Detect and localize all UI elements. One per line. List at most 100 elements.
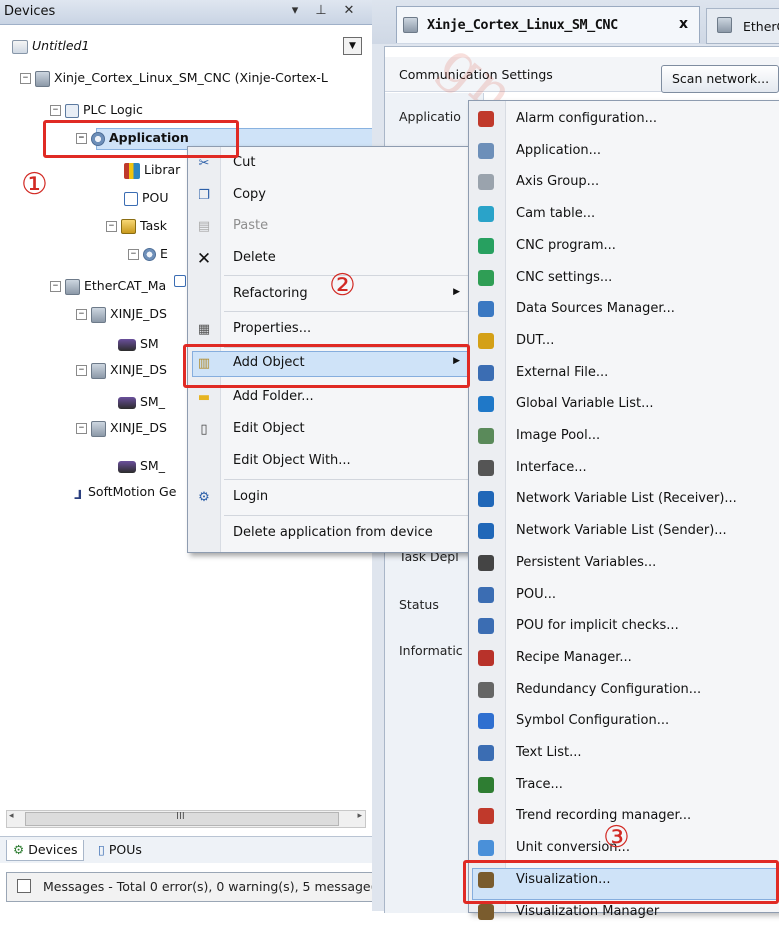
submenu-item-application[interactable]: Application... <box>469 135 779 167</box>
collapse-icon[interactable]: − <box>128 249 139 260</box>
tree-item-slave-1[interactable]: − XINJE_DS <box>76 304 167 324</box>
scroll-left-icon[interactable]: ◂ <box>9 811 14 821</box>
submenu-item-cnc-settings[interactable]: CNC settings... <box>469 262 779 294</box>
tree-label: SM_ <box>140 458 165 473</box>
menu-label: Recipe Manager... <box>516 649 632 665</box>
device-icon <box>35 70 50 87</box>
tree-label: POU <box>142 190 169 205</box>
collapse-icon[interactable]: − <box>76 423 87 434</box>
paste-icon: ▤ <box>197 219 211 234</box>
collapse-icon[interactable]: − <box>76 365 87 376</box>
side-nav-item-status[interactable]: Status <box>399 597 439 612</box>
device-icon <box>91 420 106 437</box>
submenu-item-recipe-manager[interactable]: Recipe Manager... <box>469 642 779 674</box>
tree-item-slave-2[interactable]: − XINJE_DS <box>76 360 167 380</box>
submenu-item-nvl-receiver[interactable]: Network Variable List (Receiver)... <box>469 483 779 515</box>
pin-dropdown-icon[interactable]: ▾ <box>287 3 303 18</box>
step3-marker: ③ <box>603 820 630 855</box>
menu-label: Delete <box>233 250 276 265</box>
axis-icon <box>118 460 136 473</box>
submenu-item-interface[interactable]: Interface... <box>469 452 779 484</box>
tree-item-task[interactable]: − E <box>128 244 168 264</box>
menu-label: Add Folder... <box>233 389 314 404</box>
collapse-icon[interactable]: − <box>20 73 31 84</box>
tab-ethercat[interactable]: EtherC <box>706 8 779 44</box>
menu-item-add-folder[interactable]: ▬ Add Folder... <box>188 385 472 411</box>
devices-panel-title: Devices <box>4 4 56 19</box>
submenu-item-cnc-program[interactable]: CNC program... <box>469 230 779 262</box>
scan-network-button[interactable]: Scan network... <box>661 65 779 93</box>
scrollbar-thumb[interactable]: III <box>25 811 339 826</box>
collapse-icon[interactable]: − <box>50 105 61 116</box>
trend-recording-icon <box>478 808 494 825</box>
tree-item-untitled[interactable]: Untitled1 <box>12 36 89 56</box>
pou-implicit-checks-icon <box>478 618 494 635</box>
panel-tabs: ⚙ Devices ▯ POUs <box>0 836 372 863</box>
collapse-icon[interactable]: − <box>76 309 87 320</box>
submenu-item-data-sources[interactable]: Data Sources Manager... <box>469 293 779 325</box>
tree-item-plc-logic[interactable]: − PLC Logic <box>50 100 143 120</box>
menu-label: Data Sources Manager... <box>516 301 675 317</box>
tree-item-pou[interactable]: POU <box>124 188 169 208</box>
tree-item-axis-2[interactable]: SM_ <box>118 392 165 412</box>
submenu-item-trace[interactable]: Trace... <box>469 769 779 801</box>
menu-item-properties[interactable]: ▦ Properties... <box>188 317 472 343</box>
chevron-down-icon[interactable]: ▼ <box>343 37 362 55</box>
editor-tabstrip: Xinje_Cortex_Linux_SM_CNC x EtherC <box>372 0 779 44</box>
submenu-item-cam-table[interactable]: Cam table... <box>469 198 779 230</box>
collapse-icon[interactable]: − <box>50 281 61 292</box>
library-icon <box>124 162 140 179</box>
submenu-item-global-variable-list[interactable]: Global Variable List... <box>469 388 779 420</box>
tree-item-axis-3[interactable]: SM_ <box>118 456 165 476</box>
tree-item-ethercat-master[interactable]: − EtherCAT_Ma <box>50 276 166 296</box>
submenu-item-persistent-variables[interactable]: Persistent Variables... <box>469 547 779 579</box>
submenu-item-redundancy[interactable]: Redundancy Configuration... <box>469 674 779 706</box>
close-icon[interactable]: ✕ <box>341 3 357 18</box>
tree-item-axis-1[interactable]: SM <box>118 334 159 354</box>
horizontal-scrollbar[interactable]: ◂ III ▸ <box>6 810 366 828</box>
submenu-item-external-file[interactable]: External File... <box>469 357 779 389</box>
tree-item-library[interactable]: Librar <box>124 160 180 180</box>
submenu-item-nvl-sender[interactable]: Network Variable List (Sender)... <box>469 515 779 547</box>
task-icon <box>143 248 156 261</box>
menu-item-delete-application[interactable]: Delete application from device <box>188 521 472 547</box>
tree-label: SM_ <box>140 394 165 409</box>
menu-label: Symbol Configuration... <box>516 713 670 729</box>
menu-label: Axis Group... <box>516 174 600 190</box>
side-nav-item-applications[interactable]: Applicatio <box>399 109 461 124</box>
scroll-right-icon[interactable]: ▸ <box>357 811 362 821</box>
symbol-config-icon <box>478 713 494 730</box>
menu-label: Edit Object <box>233 421 305 436</box>
tree-item-slave-3[interactable]: − XINJE_DS <box>76 418 167 438</box>
tree-item-device[interactable]: − Xinje_Cortex_Linux_SM_CNC (Xinje-Cortex… <box>20 68 328 88</box>
close-icon[interactable]: x <box>679 16 688 32</box>
scrollbar-grip: III <box>176 811 185 822</box>
tab-pous[interactable]: ▯ POUs <box>92 840 148 860</box>
submenu-item-pou[interactable]: POU... <box>469 579 779 611</box>
submenu-item-pou-implicit-checks[interactable]: POU for implicit checks... <box>469 610 779 642</box>
menu-item-login[interactable]: ⚙ Login <box>188 485 472 511</box>
submenu-item-axis-group[interactable]: Axis Group... <box>469 166 779 198</box>
menu-item-paste[interactable]: ▤ Paste <box>188 214 472 240</box>
tree-label: Librar <box>144 162 181 177</box>
collapse-icon[interactable]: − <box>106 221 117 232</box>
menu-item-edit-object-with[interactable]: Edit Object With... <box>188 449 472 475</box>
submenu-item-symbol-config[interactable]: Symbol Configuration... <box>469 705 779 737</box>
tree-item-task-config[interactable]: − Task <box>106 216 167 236</box>
softmotion-icon: ⅃ <box>74 486 82 502</box>
menu-item-edit-object[interactable]: ▯ Edit Object <box>188 417 472 443</box>
submenu-item-image-pool[interactable]: Image Pool... <box>469 420 779 452</box>
menu-label: Application... <box>516 142 602 158</box>
submenu-item-alarm-config[interactable]: Alarm configuration... <box>469 103 779 135</box>
properties-icon: ▦ <box>197 322 211 337</box>
tree-item-softmotion[interactable]: ⅃ SoftMotion Ge <box>72 482 176 502</box>
menu-label: Visualization Manager <box>516 903 660 919</box>
side-nav-item-information[interactable]: Informatic <box>399 643 463 658</box>
submenu-item-text-list[interactable]: Text List... <box>469 737 779 769</box>
delete-icon: ✕ <box>196 249 212 269</box>
submenu-item-dut[interactable]: DUT... <box>469 325 779 357</box>
tab-device-editor[interactable]: Xinje_Cortex_Linux_SM_CNC x <box>396 6 700 43</box>
menu-item-copy[interactable]: ❐ Copy <box>188 183 472 209</box>
tab-devices[interactable]: ⚙ Devices <box>6 840 85 861</box>
pin-icon[interactable]: ⊥ <box>313 3 329 18</box>
